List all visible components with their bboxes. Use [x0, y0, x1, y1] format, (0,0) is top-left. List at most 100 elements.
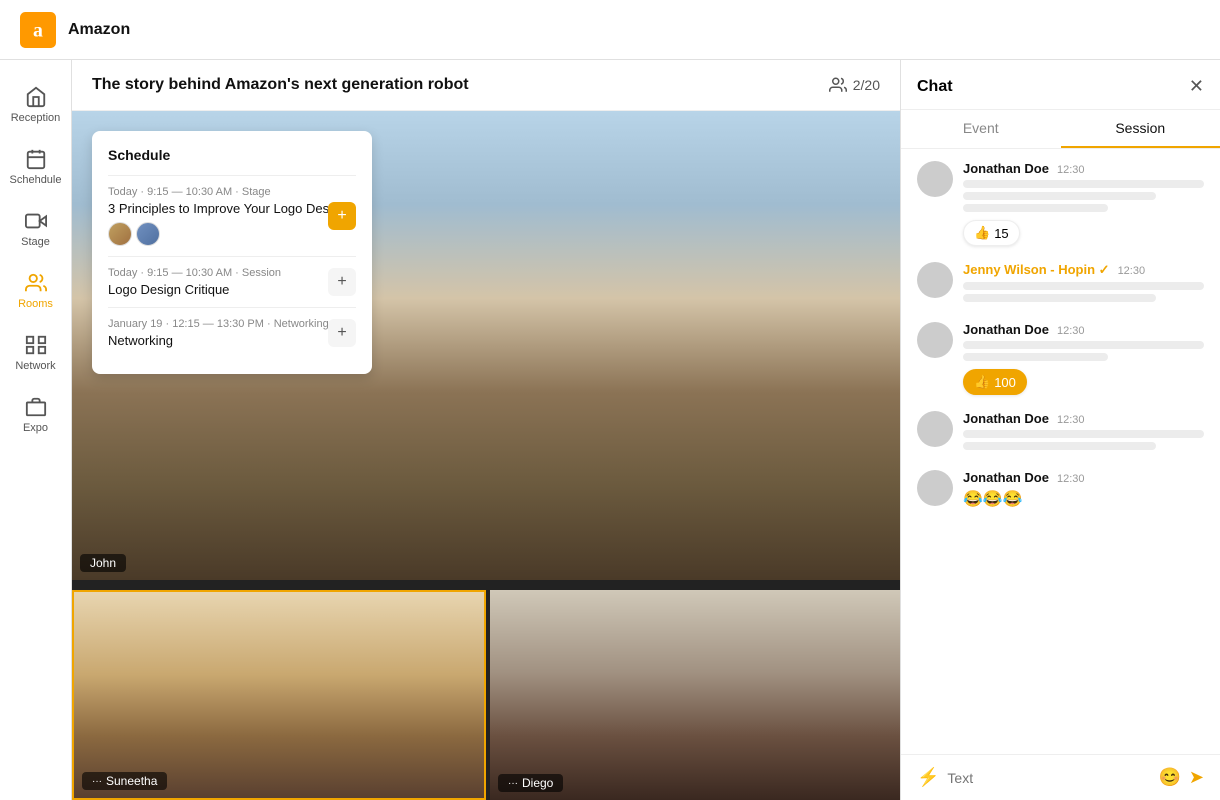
people-icon: [829, 76, 847, 94]
sidebar-label-schedule: Schehdule: [10, 174, 62, 186]
schedule-title: Schedule: [108, 147, 356, 163]
bubble-2: Jenny Wilson - Hopin ✓ 12:30: [963, 262, 1204, 306]
schedule-meta-2: Today · 9:15 — 10:30 AM · Session: [108, 267, 356, 279]
chat-text-input[interactable]: [947, 770, 1150, 786]
speaker-avatars: [108, 222, 356, 246]
avatar-jenny: [917, 262, 953, 298]
bubble-3: Jonathan Doe 12:30 👍 100: [963, 322, 1204, 395]
schedule-name-1: 3 Principles to Improve Your Logo Design: [108, 201, 356, 216]
schedule-add-btn-1[interactable]: +: [328, 202, 356, 230]
schedule-item-3: January 19 · 12:15 — 13:30 PM · Networki…: [108, 307, 356, 358]
msg-time-4: 12:30: [1057, 414, 1085, 426]
msg-line-3b: [963, 353, 1108, 361]
name-time-4: Jonathan Doe 12:30: [963, 411, 1204, 426]
suneetha-label: ··· Suneetha: [82, 772, 167, 790]
schedule-overlay: Schedule Today · 9:15 — 10:30 AM · Stage…: [92, 131, 372, 374]
video-area: Schedule Today · 9:15 — 10:30 AM · Stage…: [72, 111, 900, 800]
send-button[interactable]: ➤: [1189, 767, 1204, 788]
lightning-icon: ⚡: [917, 767, 939, 788]
sidebar-item-schedule[interactable]: Schehdule: [4, 138, 68, 196]
msg-line-1b: [963, 192, 1156, 200]
chat-panel: Chat ✕ Event Session Jonathan Doe 12:30 …: [900, 60, 1220, 800]
msg-name-4: Jonathan Doe: [963, 411, 1049, 426]
sidebar-label-network: Network: [15, 360, 55, 372]
emoji-picker-button[interactable]: 😊: [1158, 767, 1180, 788]
tab-event[interactable]: Event: [901, 110, 1061, 148]
svg-text:a: a: [33, 19, 43, 41]
chat-header: Chat ✕: [901, 60, 1220, 110]
network-icon: [25, 334, 47, 356]
msg-line-1a: [963, 180, 1204, 188]
name-time-2: Jenny Wilson - Hopin ✓ 12:30: [963, 262, 1204, 278]
reaction-count-15: 15: [994, 226, 1008, 241]
chat-close-icon[interactable]: ✕: [1189, 76, 1204, 97]
attendee-count: 2/20: [829, 76, 880, 94]
chat-messages: Jonathan Doe 12:30 👍 15 Jenny Wilson - H…: [901, 149, 1220, 754]
msg-line-3a: [963, 341, 1204, 349]
event-title: The story behind Amazon's next generatio…: [92, 76, 469, 94]
avatar-jonathan-5: [917, 470, 953, 506]
bubble-5: Jonathan Doe 12:30 😂😂😂: [963, 470, 1204, 509]
avatar-1: [108, 222, 132, 246]
chat-message-5: Jonathan Doe 12:30 😂😂😂: [917, 470, 1204, 509]
schedule-name-2: Logo Design Critique: [108, 282, 356, 297]
chat-tabs: Event Session: [901, 110, 1220, 149]
msg-name-jenny: Jenny Wilson - Hopin ✓: [963, 262, 1110, 278]
event-header: The story behind Amazon's next generatio…: [72, 60, 900, 111]
diego-label: ··· Diego: [498, 774, 563, 792]
bubble-4: Jonathan Doe 12:30: [963, 411, 1204, 454]
sidebar: Reception Schehdule Stage Rooms Network …: [0, 60, 72, 800]
attendee-count-text: 2/20: [853, 77, 880, 93]
chat-input-area: ⚡ 😊 ➤: [901, 754, 1220, 800]
name-time-1: Jonathan Doe 12:30: [963, 161, 1204, 176]
rooms-icon: [25, 272, 47, 294]
msg-name-1: Jonathan Doe: [963, 161, 1049, 176]
msg-time-5: 12:30: [1057, 473, 1085, 485]
calendar-icon: [25, 148, 47, 170]
schedule-meta-3: January 19 · 12:15 — 13:30 PM · Networki…: [108, 318, 356, 330]
msg-line-2a: [963, 282, 1204, 290]
sidebar-item-rooms[interactable]: Rooms: [4, 262, 68, 320]
video-diego: ··· Diego: [490, 590, 900, 800]
msg-line-1c: [963, 204, 1108, 212]
avatar-jonathan-3: [917, 322, 953, 358]
sidebar-label-expo: Expo: [23, 422, 48, 434]
sidebar-item-reception[interactable]: Reception: [4, 76, 68, 134]
msg-time-2: 12:30: [1118, 265, 1146, 277]
sidebar-item-network[interactable]: Network: [4, 324, 68, 382]
home-icon: [25, 86, 47, 108]
avatar-jonathan-1: [917, 161, 953, 197]
msg-line-4a: [963, 430, 1204, 438]
avatar-2: [136, 222, 160, 246]
schedule-add-btn-2[interactable]: +: [328, 268, 356, 296]
bottom-videos: ··· Suneetha ··· Diego: [72, 590, 900, 800]
expo-icon: [25, 396, 47, 418]
msg-emoji-5: 😂😂😂: [963, 489, 1204, 509]
main-video-name: John: [80, 554, 126, 572]
schedule-item-1: Today · 9:15 — 10:30 AM · Stage 3 Princi…: [108, 175, 356, 256]
schedule-add-btn-3[interactable]: +: [328, 319, 356, 347]
chat-title: Chat: [917, 78, 953, 96]
reaction-100[interactable]: 👍 100: [963, 369, 1027, 395]
chat-message-2: Jenny Wilson - Hopin ✓ 12:30: [917, 262, 1204, 306]
msg-line-2b: [963, 294, 1156, 302]
chat-message-1: Jonathan Doe 12:30 👍 15: [917, 161, 1204, 246]
sidebar-label-stage: Stage: [21, 236, 50, 248]
thumbsup-icon: 👍: [974, 225, 990, 241]
tab-session[interactable]: Session: [1061, 110, 1220, 148]
reaction-like-15[interactable]: 👍 15: [963, 220, 1020, 246]
sidebar-item-stage[interactable]: Stage: [4, 200, 68, 258]
video-suneetha: ··· Suneetha: [72, 590, 486, 800]
chat-message-3: Jonathan Doe 12:30 👍 100: [917, 322, 1204, 395]
sidebar-item-expo[interactable]: Expo: [4, 386, 68, 444]
main-content: The story behind Amazon's next generatio…: [72, 60, 900, 800]
app-title: Amazon: [68, 21, 130, 39]
msg-time-1: 12:30: [1057, 164, 1085, 176]
name-time-3: Jonathan Doe 12:30: [963, 322, 1204, 337]
main-video: Schedule Today · 9:15 — 10:30 AM · Stage…: [72, 111, 900, 580]
schedule-meta-1: Today · 9:15 — 10:30 AM · Stage: [108, 186, 356, 198]
amazon-logo: a: [20, 12, 56, 48]
avatar-jonathan-4: [917, 411, 953, 447]
msg-time-3: 12:30: [1057, 325, 1085, 337]
chat-message-4: Jonathan Doe 12:30: [917, 411, 1204, 454]
